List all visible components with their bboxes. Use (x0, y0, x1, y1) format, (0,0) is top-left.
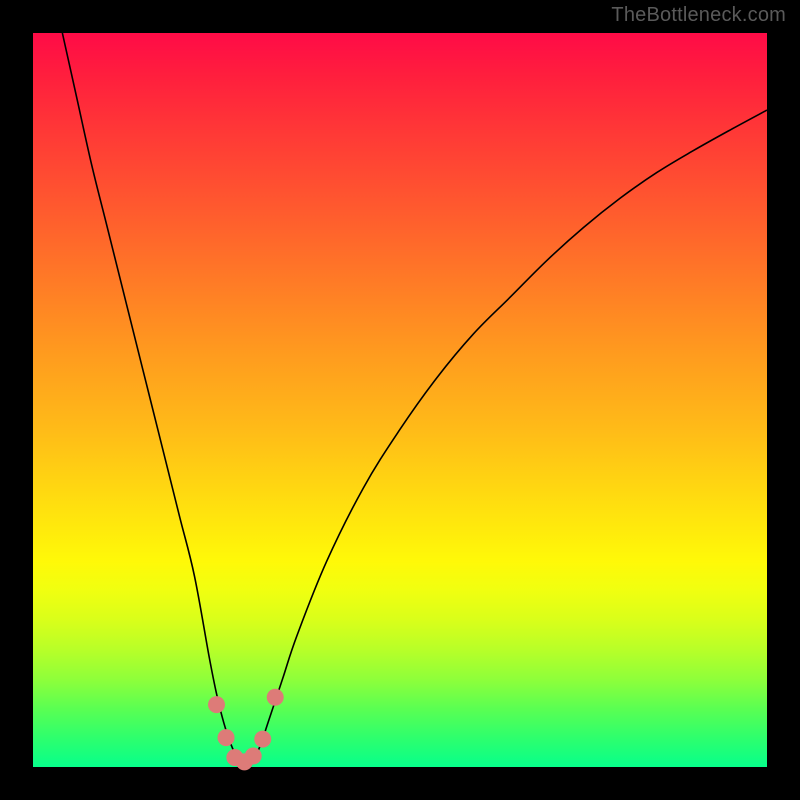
chart-stage: TheBottleneck.com (0, 0, 800, 800)
marker-dot (218, 729, 235, 746)
bottleneck-curve (62, 33, 767, 763)
marker-group (208, 689, 284, 771)
marker-dot (208, 696, 225, 713)
marker-dot (245, 747, 262, 764)
curve-svg (33, 33, 767, 767)
marker-dot (267, 689, 284, 706)
marker-dot (254, 731, 271, 748)
watermark-text: TheBottleneck.com (611, 4, 786, 27)
plot-area (33, 33, 767, 767)
